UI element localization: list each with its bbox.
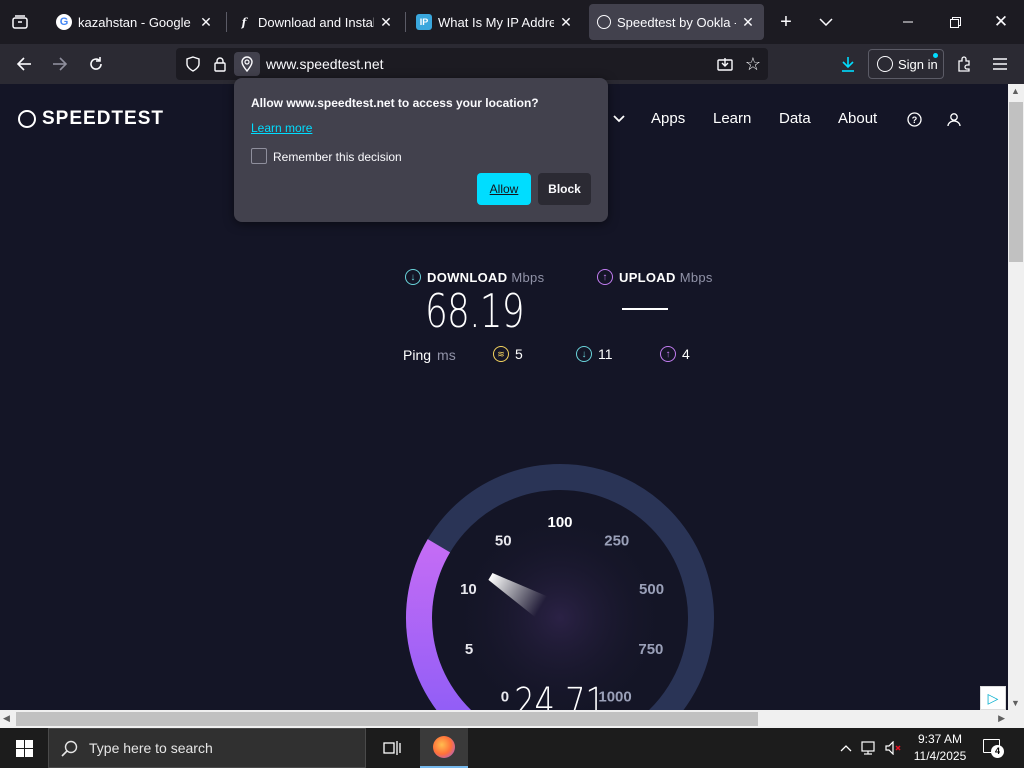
task-view-icon[interactable] bbox=[378, 736, 406, 760]
scroll-right-arrow-icon[interactable]: ▶ bbox=[998, 713, 1005, 724]
clock-date: 11/4/2025 bbox=[913, 749, 967, 763]
taskbar-clock[interactable]: 9:37 AM 11/4/2025 bbox=[910, 731, 970, 765]
tab-title: Download and Install bbox=[258, 14, 374, 30]
back-icon[interactable] bbox=[12, 52, 36, 76]
url-text[interactable]: www.speedtest.net bbox=[266, 56, 384, 72]
tab-bar: G kazahstan - Google Search ✕ f Download… bbox=[0, 0, 1024, 44]
learn-more-link[interactable]: Learn more bbox=[251, 121, 312, 135]
tracking-protection-shield-icon[interactable] bbox=[182, 53, 204, 75]
tab-separator bbox=[405, 12, 406, 32]
tab-what-is-my-ip[interactable]: IP What Is My IP Address ✕ bbox=[408, 4, 582, 40]
scroll-left-arrow-icon[interactable]: ◀ bbox=[3, 713, 10, 724]
tab-speedtest[interactable]: Speedtest by Ookla - The Global Broadban… bbox=[589, 4, 764, 40]
location-permission-button[interactable] bbox=[234, 52, 260, 76]
network-icon[interactable] bbox=[860, 740, 880, 756]
horizontal-scroll-thumb[interactable] bbox=[16, 712, 758, 726]
minimize-icon[interactable] bbox=[896, 10, 920, 34]
notification-dot bbox=[933, 53, 938, 58]
horizontal-scrollbar[interactable]: ◀ ▶ bbox=[0, 710, 1008, 728]
list-all-tabs-icon[interactable] bbox=[814, 10, 838, 34]
close-tab-icon[interactable]: ✕ bbox=[558, 14, 574, 30]
permission-question: Allow www.speedtest.net to access your l… bbox=[251, 96, 539, 110]
adchoices-icon[interactable]: ▷ bbox=[980, 686, 1006, 710]
show-hidden-icons-chevron-icon[interactable] bbox=[838, 740, 854, 756]
gauge-label-100: 100 bbox=[547, 514, 572, 531]
reload-icon[interactable] bbox=[84, 52, 108, 76]
bookmark-star-icon[interactable]: ☆ bbox=[742, 53, 764, 75]
tab-download-install[interactable]: f Download and Install ✕ bbox=[228, 4, 402, 40]
taskbar-search-box[interactable]: Type here to search bbox=[48, 728, 366, 768]
scroll-up-arrow-icon[interactable]: ▲ bbox=[1011, 86, 1020, 96]
tab-title: What Is My IP Address bbox=[438, 14, 554, 30]
tab-title: Speedtest by Ookla - The Global Broadban… bbox=[617, 14, 736, 30]
allow-label: Allow bbox=[489, 182, 519, 196]
notifications-button[interactable]: 4 bbox=[980, 736, 1006, 760]
gauge-label-0: 0 bbox=[501, 689, 509, 706]
account-icon bbox=[877, 56, 893, 72]
scrollbar-corner bbox=[1008, 710, 1024, 728]
sign-in-button[interactable]: Sign in bbox=[868, 49, 944, 79]
remember-decision-checkbox[interactable] bbox=[251, 148, 267, 164]
search-placeholder: Type here to search bbox=[89, 740, 213, 756]
search-icon bbox=[61, 740, 78, 760]
gauge-label-10: 10 bbox=[460, 581, 477, 598]
remember-decision-label[interactable]: Remember this decision bbox=[273, 150, 402, 164]
gauge-label-50: 50 bbox=[495, 533, 512, 550]
tab-google-search[interactable]: G kazahstan - Google Search ✕ bbox=[48, 4, 222, 40]
location-permission-popup: Allow www.speedtest.net to access your l… bbox=[234, 78, 608, 222]
gauge-label-5: 5 bbox=[465, 641, 473, 658]
f-icon: f bbox=[241, 15, 247, 29]
close-window-icon[interactable]: ✕ bbox=[989, 10, 1013, 34]
downloads-icon[interactable] bbox=[836, 52, 860, 76]
vertical-scrollbar[interactable]: ▲ ▼ bbox=[1008, 84, 1024, 710]
tab-overview-icon[interactable] bbox=[8, 10, 32, 34]
tab-separator bbox=[226, 12, 227, 32]
allow-button[interactable]: Allow bbox=[477, 173, 531, 205]
firefox-taskbar-button[interactable] bbox=[420, 728, 468, 768]
extensions-icon[interactable] bbox=[952, 52, 976, 76]
new-tab-icon[interactable]: + bbox=[774, 10, 798, 34]
hamburger-menu-icon[interactable] bbox=[988, 52, 1012, 76]
gauge-reading: 24.71 bbox=[514, 678, 606, 710]
block-button[interactable]: Block bbox=[538, 173, 591, 205]
lock-icon[interactable] bbox=[209, 53, 231, 75]
close-tab-icon[interactable]: ✕ bbox=[198, 14, 214, 30]
speedtest-icon bbox=[597, 15, 611, 29]
save-to-pocket-icon[interactable] bbox=[714, 54, 736, 74]
gauge-label-500: 500 bbox=[639, 581, 664, 598]
windows-start-icon[interactable] bbox=[0, 728, 48, 768]
close-tab-icon[interactable]: ✕ bbox=[740, 14, 756, 30]
sign-in-label: Sign in bbox=[898, 56, 938, 72]
location-pin-icon bbox=[239, 55, 255, 73]
notification-count-badge: 4 bbox=[991, 745, 1004, 758]
windows-taskbar: Type here to search 9:37 AM 11/4/2025 4 bbox=[0, 728, 1024, 768]
gauge-label-250: 250 bbox=[604, 533, 629, 550]
clock-time: 9:37 AM bbox=[917, 732, 963, 746]
close-tab-icon[interactable]: ✕ bbox=[378, 14, 394, 30]
gauge-label-750: 750 bbox=[638, 641, 663, 658]
tab-title: kazahstan - Google Search bbox=[78, 14, 194, 30]
vertical-scroll-thumb[interactable] bbox=[1009, 102, 1023, 262]
scroll-down-arrow-icon[interactable]: ▼ bbox=[1011, 698, 1020, 708]
firefox-icon bbox=[433, 736, 455, 758]
ip-icon: IP bbox=[416, 14, 432, 30]
google-icon: G bbox=[56, 14, 72, 30]
forward-icon[interactable] bbox=[48, 52, 72, 76]
block-label: Block bbox=[548, 182, 581, 196]
volume-muted-icon[interactable] bbox=[884, 740, 904, 756]
url-bar[interactable]: www.speedtest.net ☆ bbox=[176, 48, 768, 80]
restore-icon[interactable] bbox=[943, 10, 967, 34]
